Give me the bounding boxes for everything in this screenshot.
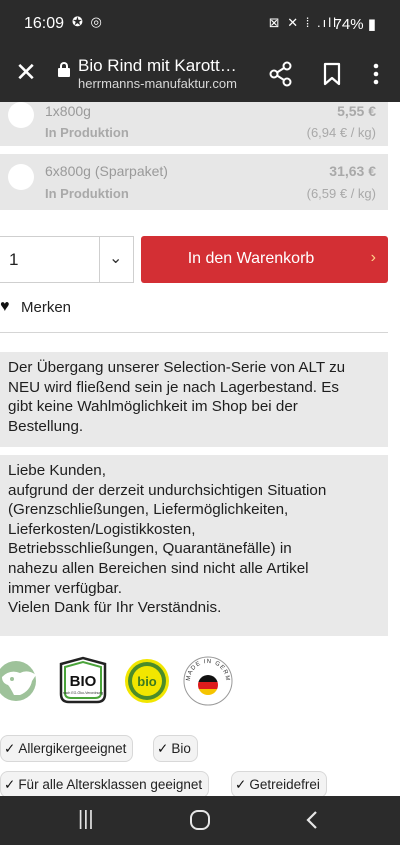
notice-line: Lieferkosten/Logistikkosten, (8, 520, 196, 538)
quantity-select[interactable]: 1 ⌄ (0, 236, 134, 283)
made-in-germany-seal: MADE IN GERMANY (182, 655, 233, 706)
tag-bio[interactable]: ✓ Bio (153, 735, 198, 762)
notice-line: Der Übergang unserer Selection-Serie von… (8, 359, 346, 376)
option-price: 31,63 € (329, 163, 376, 179)
system-navigation-bar: ||| (0, 796, 400, 845)
divider (0, 332, 388, 333)
notice-line: aufgrund der derzeit undurchsichtigen Si… (8, 481, 327, 499)
tag-label: Getreidefrei (249, 777, 320, 792)
bookmark-icon[interactable] (318, 60, 346, 88)
notice-availability: Liebe Kunden, aufgrund der derzeit undur… (0, 455, 388, 636)
more-menu-icon[interactable] (362, 60, 390, 88)
eu-bio-seal: BIO nach EG-Öko-Verordnung (59, 656, 107, 704)
option-name: 6x800g (Sparpaket) (45, 163, 168, 179)
svg-text:nach EG-Öko-Verordnung: nach EG-Öko-Verordnung (63, 691, 104, 695)
notice-selection-series: Der Übergang unserer Selection-Serie von… (0, 352, 388, 447)
option-radio[interactable] (8, 164, 34, 190)
add-to-cart-label: In den Warenkorb (187, 250, 315, 267)
chevron-right-icon: › (370, 249, 376, 266)
check-icon: ✓ (157, 741, 169, 756)
tag-allergikergeeignet[interactable]: ✓ Allergikergeeignet (0, 735, 134, 762)
quantity-value: 1 (9, 250, 19, 269)
chevron-down-icon: ⌄ (109, 250, 123, 267)
notice-line: Liebe Kunden, (8, 462, 106, 479)
recent-apps-icon[interactable]: ||| (78, 808, 94, 831)
heart-icon: ♥ (0, 298, 10, 315)
bio-round-label: bio (137, 674, 157, 689)
battery-level: 74% ▮ (333, 16, 376, 33)
tag-label: Allergikergeeignet (18, 741, 127, 756)
page-title[interactable]: Bio Rind mit Karott… (78, 56, 253, 76)
tag-label: Bio (171, 741, 191, 756)
tag-altersklassen[interactable]: ✓ Für alle Altersklassen geeignet (0, 771, 210, 798)
notice-line: immer verfügbar. (8, 579, 122, 597)
signal-icons: ⊠ ✕ ⁞ .ıll (268, 15, 338, 30)
option-radio[interactable] (8, 102, 34, 128)
notice-line: Vielen Dank für Ihr Verständnis. (8, 599, 222, 617)
notice-line: nahezu allen Bereichen sind nicht alle A… (8, 559, 309, 577)
close-icon[interactable]: ✕ (14, 58, 38, 86)
share-icon[interactable] (267, 60, 295, 88)
option-name: 1x800g (45, 103, 91, 119)
bio-seal-label: BIO (70, 673, 97, 690)
option-status: In Produktion (45, 125, 129, 140)
notice-line: Bestellung. (8, 417, 84, 435)
back-icon[interactable] (302, 809, 322, 831)
check-icon: ✓ (4, 741, 16, 756)
notice-line: (Grenzschließungen, Liefermöglichkeiten, (8, 501, 289, 519)
check-icon: ✓ (235, 777, 247, 792)
browser-toolbar: ✕ Bio Rind mit Karott… herrmanns-manufak… (0, 50, 400, 102)
notice-line: Betriebsschließungen, Quarantänefälle) i… (8, 540, 292, 558)
check-icon: ✓ (4, 777, 16, 792)
home-icon[interactable] (189, 809, 211, 831)
add-to-cart-button[interactable]: In den Warenkorb › (141, 236, 388, 283)
certification-logos: BIO nach EG-Öko-Verordnung bio MADE IN G… (0, 652, 400, 712)
wishlist-label: Merken (21, 299, 72, 316)
cow-logo (0, 661, 36, 701)
status-bar: 16:09 ✪ ◎ ⊠ ✕ ⁞ .ıll 74% ▮ (0, 0, 400, 50)
option-unit-price: (6,59 € / kg) (306, 186, 376, 201)
tag-getreidefrei[interactable]: ✓ Getreidefrei (231, 771, 327, 798)
bio-round-logo: bio (125, 659, 169, 703)
notice-line: gibt keine Wahlmöglichkeit im Shop bei d… (8, 398, 298, 416)
option-price: 5,55 € (337, 103, 376, 119)
notice-line: NEU wird fließend sein je nach Lagerbest… (8, 378, 339, 396)
option-status: In Produktion (45, 186, 129, 201)
tag-label: Für alle Altersklassen geeignet (18, 777, 203, 792)
status-time: 16:09 (24, 15, 65, 32)
option-unit-price: (6,94 € / kg) (306, 125, 376, 140)
option-1x800g[interactable]: 1x800g In Produktion 5,55 € (6,94 € / kg… (0, 102, 388, 146)
lock-icon (58, 62, 70, 77)
option-6x800g[interactable]: 6x800g (Sparpaket) In Produktion 31,63 €… (0, 154, 388, 210)
notification-icons: ✪ ◎ (72, 14, 104, 29)
page-url[interactable]: herrmanns-manufaktur.com (78, 76, 237, 91)
